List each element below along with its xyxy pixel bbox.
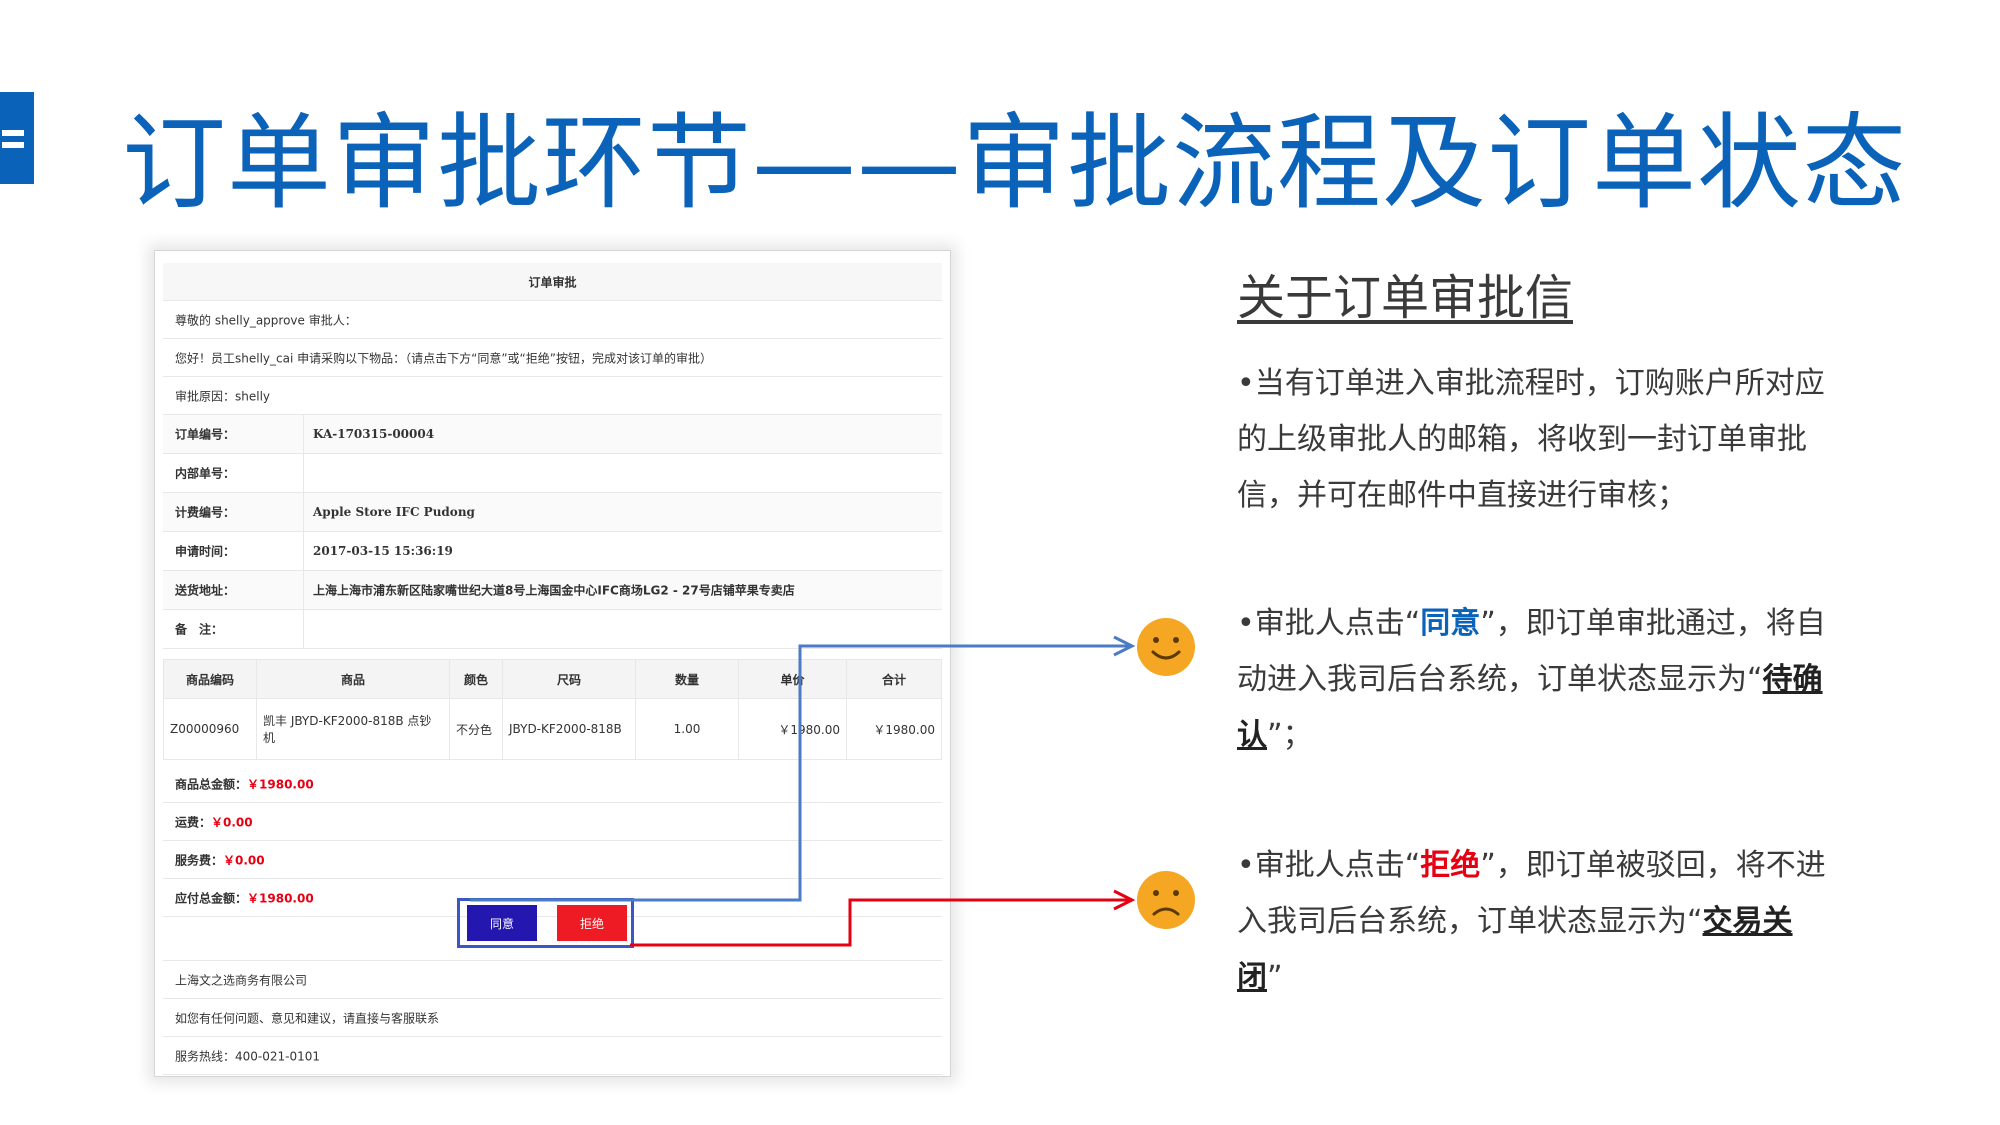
reject-keyword: 拒绝 (1420, 848, 1481, 883)
agree-keyword: 同意 (1420, 606, 1481, 641)
text: •审批人点击“ (1237, 848, 1421, 883)
info-paragraph-reject: •审批人点击“拒绝”，即订单被驳回，将不进入我司后台系统，订单状态显示为“交易关… (1237, 838, 1837, 1006)
info-paragraph-intro: •当有订单进入审批流程时，订购账户所对应的上级审批人的邮箱，将收到一封订单审批信… (1237, 366, 1825, 513)
info-paragraph-agree: •审批人点击“同意”，即订单审批通过，将自动进入我司后台系统，订单状态显示为“待… (1237, 596, 1837, 764)
text: ” (1267, 960, 1283, 995)
reject-arrow (630, 898, 1130, 947)
info-title: 关于订单审批信 (1237, 270, 1574, 326)
sad-face-icon (1137, 871, 1195, 929)
agree-arrow (470, 644, 1130, 902)
text: •审批人点击“ (1237, 606, 1421, 641)
text: ”； (1267, 718, 1313, 753)
smile-face-icon (1137, 618, 1195, 676)
